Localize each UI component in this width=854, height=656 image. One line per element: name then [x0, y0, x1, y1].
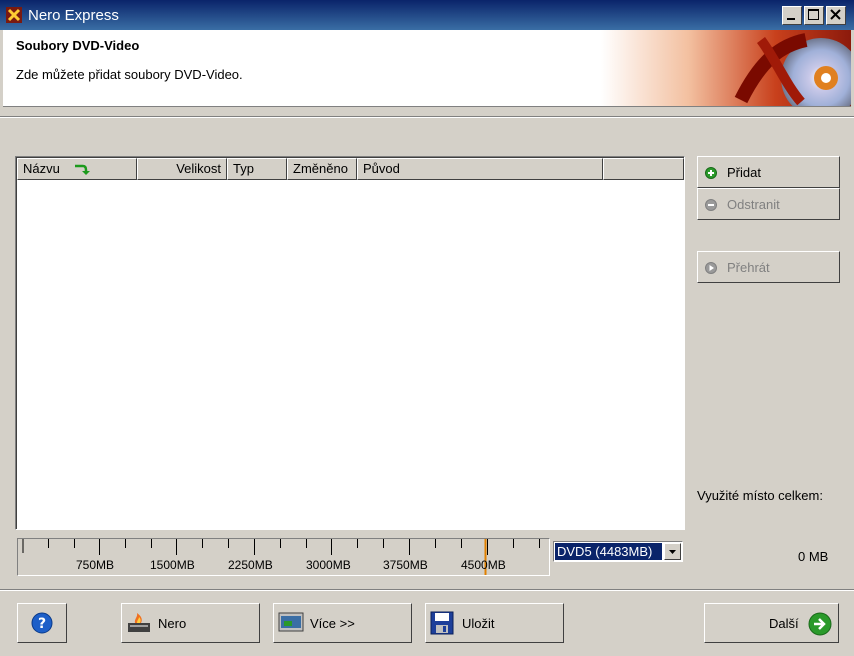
more-button-label: Více >>	[310, 616, 355, 631]
header-separator	[0, 116, 854, 118]
window-title: Nero Express	[28, 7, 119, 24]
file-list[interactable]: Názvu Velikost Typ Změněno Původ	[15, 156, 685, 530]
more-button[interactable]: Více >>	[273, 603, 412, 643]
column-header-type[interactable]: Typ	[227, 158, 287, 180]
capacity-ruler: 750MB 1500MB 2250MB 3000MB 3750MB 4500MB	[17, 538, 550, 576]
nero-button[interactable]: Nero	[121, 603, 260, 643]
footer-separator	[0, 589, 854, 591]
plus-icon	[705, 167, 717, 179]
ruler-label: 2250MB	[228, 558, 273, 572]
ruler-label: 1500MB	[150, 558, 195, 572]
column-header-empty	[603, 158, 684, 180]
ruler-label: 3750MB	[383, 558, 428, 572]
add-button-label: Přidat	[727, 165, 761, 180]
svg-text:?: ?	[38, 616, 46, 632]
nero-button-label: Nero	[158, 616, 187, 631]
ruler-label: 4500MB	[461, 558, 506, 572]
used-space-label: Využité místo celkem:	[697, 488, 823, 503]
disc-type-select[interactable]: DVD5 (4483MB)	[553, 541, 683, 562]
remove-button[interactable]: Odstranit	[697, 188, 840, 220]
sort-arrow-icon	[75, 164, 90, 175]
chevron-down-icon	[669, 550, 676, 554]
ruler-label: 750MB	[76, 558, 115, 572]
column-header-size[interactable]: Velikost	[137, 158, 227, 180]
next-button-label: Další	[769, 616, 799, 631]
nero-logo-graphic	[601, 30, 851, 106]
help-button[interactable]: ?	[17, 603, 67, 643]
close-icon	[830, 9, 841, 20]
play-button[interactable]: Přehrát	[697, 251, 840, 283]
column-header-name[interactable]: Názvu	[17, 158, 137, 180]
column-header-modified[interactable]: Změněno	[287, 158, 357, 180]
nero-app-icon	[6, 7, 22, 23]
dropdown-arrow-button[interactable]	[664, 543, 681, 560]
maximize-icon	[808, 9, 819, 20]
wizard-header: Soubory DVD-Video Zde můžete přidat soub…	[3, 30, 851, 107]
play-button-label: Přehrát	[727, 260, 770, 275]
used-space-value: 0 MB	[798, 549, 829, 564]
ruler-label: 3000MB	[306, 558, 351, 572]
disc-type-selected: DVD5 (4483MB)	[555, 543, 662, 560]
nero-burn-icon	[128, 613, 150, 632]
more-options-icon	[278, 612, 304, 632]
maximize-button[interactable]	[804, 6, 824, 25]
arrow-right-icon	[808, 612, 832, 636]
page-subtitle: Zde můžete přidat soubory DVD-Video.	[16, 67, 243, 82]
help-icon: ?	[31, 612, 53, 634]
save-button-label: Uložit	[462, 616, 495, 631]
next-button[interactable]: Další	[704, 603, 839, 643]
remove-button-label: Odstranit	[727, 197, 780, 212]
minimize-icon	[787, 18, 795, 20]
minimize-button[interactable]	[782, 6, 802, 25]
add-button[interactable]: Přidat	[697, 156, 840, 188]
title-bar: Nero Express	[0, 0, 854, 30]
column-header-origin[interactable]: Původ	[357, 158, 603, 180]
play-icon	[705, 262, 717, 274]
minus-icon	[705, 199, 717, 211]
save-button[interactable]: Uložit	[425, 603, 564, 643]
close-button[interactable]	[826, 6, 846, 25]
save-disk-icon	[430, 611, 454, 635]
page-title: Soubory DVD-Video	[16, 38, 140, 53]
